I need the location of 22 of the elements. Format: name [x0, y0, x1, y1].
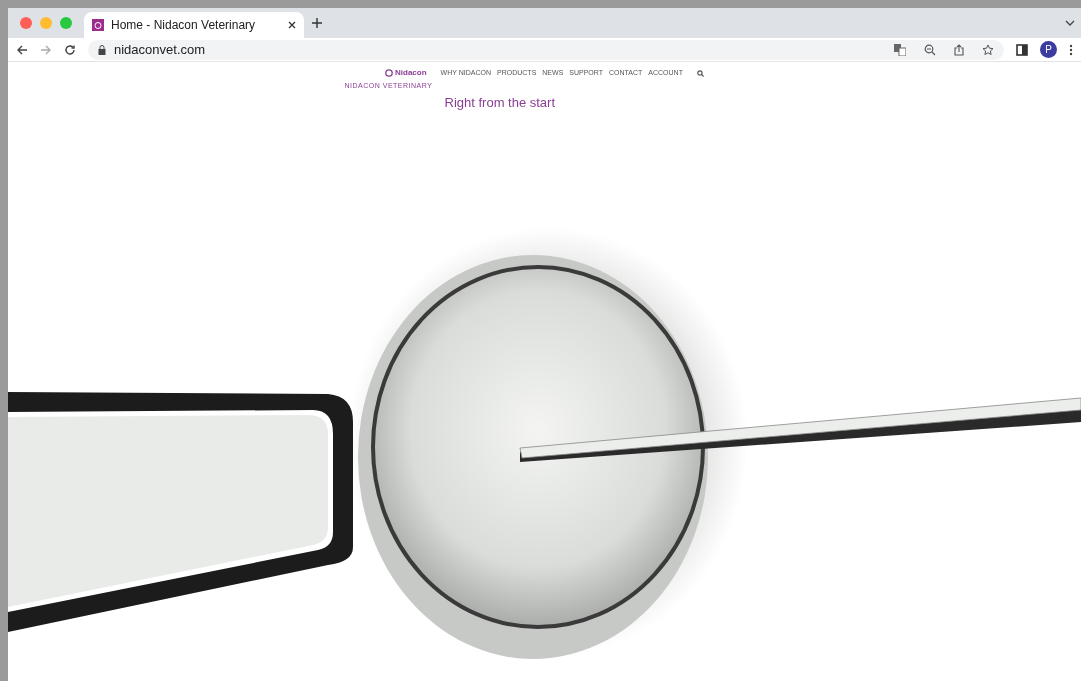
- tab-title: Home - Nidacon Veterinary: [111, 17, 257, 34]
- search-icon[interactable]: [696, 69, 704, 77]
- close-icon[interactable]: [288, 21, 296, 29]
- translate-icon[interactable]: [894, 43, 906, 56]
- profile-avatar[interactable]: P: [1040, 41, 1057, 58]
- lock-icon: [98, 44, 106, 55]
- new-tab-icon[interactable]: [312, 18, 322, 28]
- chevron-down-icon[interactable]: [1065, 20, 1075, 26]
- zoom-out-icon[interactable]: [924, 43, 936, 56]
- reload-icon[interactable]: [64, 43, 76, 56]
- menu-icon[interactable]: [1069, 43, 1073, 56]
- star-icon[interactable]: [982, 43, 994, 56]
- logo-text[interactable]: Nidacon: [395, 67, 427, 79]
- address-bar[interactable]: nidaconvet.com: [88, 39, 1004, 60]
- logo-icon: [385, 69, 394, 77]
- url-text: nidaconvet.com: [114, 40, 206, 59]
- headline: Right from the start: [444, 93, 557, 112]
- share-icon[interactable]: [954, 43, 964, 56]
- favicon-icon: [92, 19, 104, 31]
- browser-tab[interactable]: Home - Nidacon Veterinary: [84, 12, 304, 38]
- side-panel-icon[interactable]: [1016, 43, 1028, 56]
- back-arrow-icon[interactable]: [16, 43, 28, 56]
